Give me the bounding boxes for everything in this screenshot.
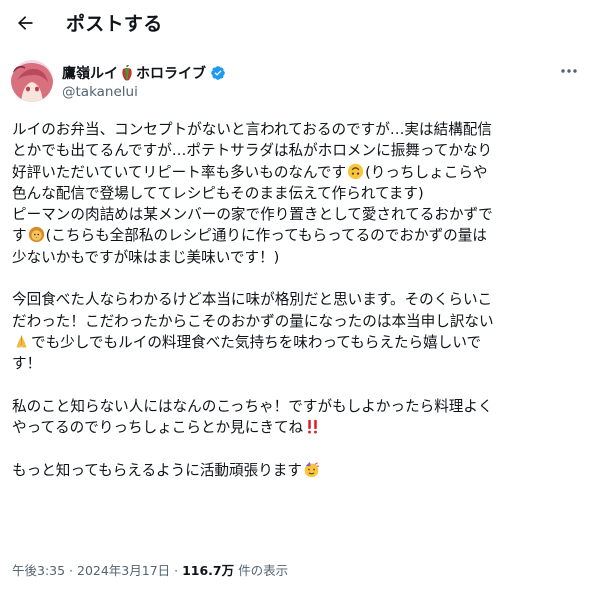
post-line: す！ <box>12 355 42 373</box>
post-line-text: (りっちしょこらや <box>365 163 488 181</box>
post-line-text: す <box>12 227 27 245</box>
post-line: だわった！こだわったからこそのおかずの量になったのは本当申し訳ない <box>12 312 494 330</box>
post-line: 少ないかもですが味はまじ美味いです！) <box>12 248 280 266</box>
top-bar: ポストする <box>0 0 589 46</box>
avatar[interactable] <box>11 60 53 102</box>
post-line-text: もっと知ってもらえるように活動頑張ります <box>12 461 302 479</box>
more-options-button[interactable] <box>556 60 582 82</box>
post-line: ルイのお弁当、コンセプトがないと言われておるのですが…実は結構配信 <box>12 121 492 138</box>
post-line: もっと知ってもらえるように活動頑張ります <box>12 460 582 481</box>
bell-pepper-icon <box>120 65 134 81</box>
post-line: やってるのでりっちしょこらとか見にきてね <box>12 417 582 438</box>
folded-hands-icon <box>16 335 27 348</box>
partying-face-icon <box>304 461 320 477</box>
post-text: ルイのお弁当、コンセプトがないと言われておるのですが…実は結構配信 とかでも出て… <box>12 119 582 481</box>
verified-badge-icon <box>210 65 226 81</box>
post-line: す (こちらも全部私のレシピ通りに作ってもらってるのでおかずの量は <box>12 225 582 246</box>
post-meta: 午後3:35 · 2024年3月17日 · 116.7万 件の表示 <box>12 560 288 579</box>
post-line: でも少しでもルイの料理食べた気持ちを味わってもらえたら嬉しいで <box>12 332 582 353</box>
view-count-label: 件の表示 <box>234 563 289 578</box>
author-name-row: 鷹嶺ルイ ホロライブ <box>62 63 228 83</box>
arrow-left-icon <box>18 16 33 30</box>
more-dots-icon <box>561 69 577 73</box>
lion-icon <box>28 227 44 243</box>
post-line-text: (こちらも全部私のレシピ通りに作ってもらってるのでおかずの量は <box>45 227 487 245</box>
post-line: とかでも出てるんですが…ポテトサラダは私がホロメンに振舞ってかなり <box>12 142 493 160</box>
post-line-text: 好評いただいていてリピート率も多いものなんです <box>12 163 347 181</box>
post-line: 色んな配信で登場しててレシピもそのまま伝えて作られてます) <box>12 184 424 202</box>
post-line: 私のこと知らない人にはなんのこっちゃ！ですがもしよかったら料理よく <box>12 397 493 415</box>
upside-down-face-icon <box>347 163 364 179</box>
double-exclamation-icon <box>308 419 318 434</box>
post-line: ピーマンの肉詰めは某メンバーの家で作り置きとして愛されてるおかずで <box>12 204 582 225</box>
post-line: 好評いただいていてリピート率も多いものなんです (りっちしょこらや <box>12 162 582 183</box>
post-line-text: でも少しでもルイの料理食べた気持ちを味わってもらえたら嬉しいで <box>31 333 482 351</box>
post-line-text: やってるのでりっちしょこらとか見にきてね <box>12 419 304 437</box>
post-line: 今回食べた人ならわかるけど本当に味が格別だと思います。そのくらいこ <box>12 291 493 309</box>
back-button[interactable] <box>8 6 42 40</box>
avatar-image <box>11 60 53 102</box>
post-line-text: ピーマンの肉詰めは某メンバーの家で作り置きとして愛されてるおかず <box>12 206 479 224</box>
meta-separator: · <box>65 563 77 578</box>
page-title: ポストする <box>66 13 163 35</box>
meta-separator: · <box>170 563 183 578</box>
author-name-part2[interactable]: ホロライブ <box>136 63 206 83</box>
post-time-link[interactable]: 午後3:35 <box>12 563 65 578</box>
author-name-part1[interactable]: 鷹嶺ルイ <box>62 63 118 83</box>
post-line-text: で <box>478 206 493 224</box>
author-handle[interactable]: @takanelui <box>62 84 138 100</box>
view-count: 116.7万 <box>182 563 235 578</box>
post-date-link[interactable]: 2024年3月17日 <box>77 563 170 578</box>
